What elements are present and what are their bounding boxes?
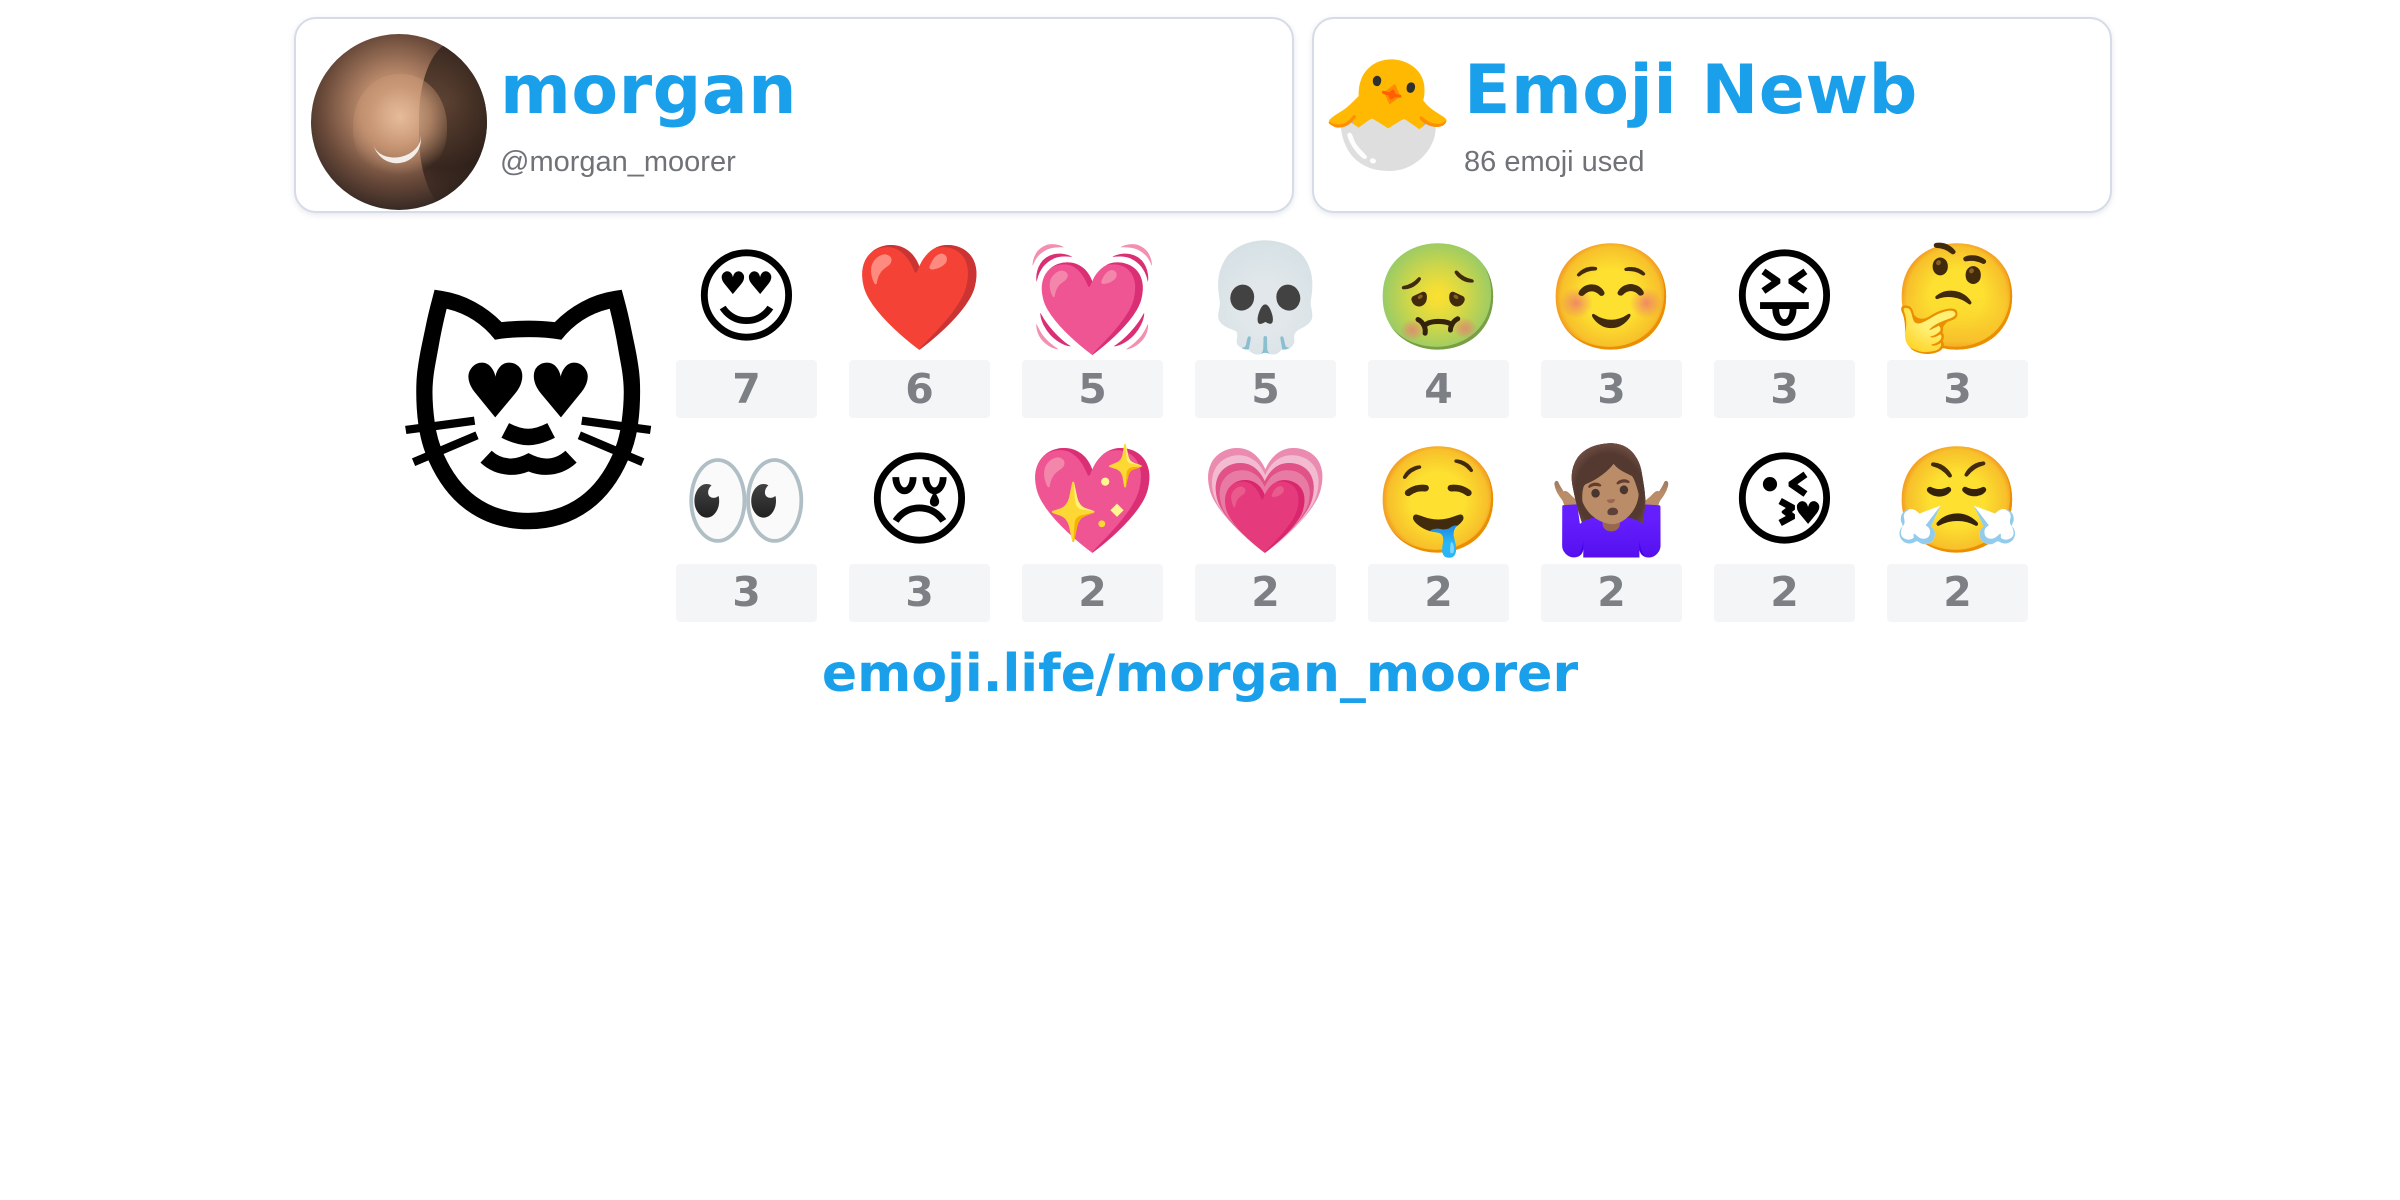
heart-eyes-icon: 😍 [692, 235, 801, 358]
emoji-count: 2 [1714, 563, 1855, 622]
level-title: Emoji Newb [1464, 51, 1918, 130]
emoji-count: 7 [676, 360, 817, 418]
nauseated-face-icon: 🤢 [1373, 235, 1504, 358]
emoji-count: 2 [1541, 563, 1682, 622]
emoji-count: 2 [1887, 563, 2028, 622]
crying-face-icon: 😢 [865, 439, 974, 561]
level-card: 🐣 Emoji Newb 86 emoji used [1312, 17, 2112, 213]
emoji-count: 3 [676, 563, 817, 622]
drooling-face-icon: 🤤 [1373, 439, 1504, 561]
profile-handle: @morgan_moorer [500, 146, 736, 178]
profile-name: morgan [500, 51, 798, 130]
emoji-tile: 😢 3 [849, 440, 990, 624]
emoji-tile: ❤️ 6 [849, 236, 990, 420]
emoji-count: 2 [1368, 563, 1509, 622]
emoji-tile: 🤤 2 [1368, 440, 1509, 624]
kiss-face-icon: 😘 [1730, 439, 1839, 561]
emoji-count: 2 [1195, 563, 1336, 622]
thinking-face-icon: 🤔 [1892, 235, 2023, 358]
emoji-tile: 🤢 4 [1368, 236, 1509, 420]
emoji-count: 4 [1368, 360, 1509, 418]
emoji-tile: 🤷🏽‍♀️ 2 [1541, 440, 1682, 624]
emoji-count: 6 [849, 360, 990, 418]
level-stats: 86 emoji used [1464, 146, 1645, 178]
emoji-tile: 👀 3 [676, 440, 817, 624]
steam-face-icon: 😤 [1892, 439, 2023, 561]
emoji-count: 3 [1541, 360, 1682, 418]
emoji-count: 2 [1022, 563, 1163, 622]
emoji-tile: ☺️ 3 [1541, 236, 1682, 420]
avatar-face [353, 74, 447, 182]
emoji-count: 5 [1195, 360, 1336, 418]
avatar [311, 34, 487, 210]
beating-heart-icon: 💓 [1027, 235, 1158, 358]
emoji-grid: 😍 7 ❤️ 6 💓 5 💀 5 🤢 4 ☺️ 3 😝 3 🤔 3 👀 3 😢 … [676, 236, 2056, 626]
emoji-tile: 💗 2 [1195, 440, 1336, 624]
emoji-tile: 💓 5 [1022, 236, 1163, 420]
emoji-tile: 🤔 3 [1887, 236, 2028, 420]
growing-heart-icon: 💗 [1200, 439, 1331, 561]
heart-eyes-cat-icon: 😻 [397, 279, 659, 570]
emoji-tile: 💀 5 [1195, 236, 1336, 420]
emoji-count: 5 [1022, 360, 1163, 418]
emoji-count: 3 [1887, 360, 2028, 418]
squinting-tongue-icon: 😝 [1730, 235, 1839, 358]
smiling-face-icon: ☺️ [1546, 235, 1677, 358]
emoji-tile: 💖 2 [1022, 440, 1163, 624]
emoji-tile: 😝 3 [1714, 236, 1855, 420]
eyes-icon: 👀 [681, 439, 812, 561]
emoji-tile: 😍 7 [676, 236, 817, 420]
shrug-icon: 🤷🏽‍♀️ [1546, 439, 1677, 561]
red-heart-icon: ❤️ [854, 235, 985, 358]
emoji-count: 3 [849, 563, 990, 622]
profile-card: morgan @morgan_moorer [294, 17, 1294, 213]
sparkling-heart-icon: 💖 [1027, 439, 1158, 561]
profile-link[interactable]: emoji.life/morgan_moorer [0, 648, 2400, 700]
hatching-chick-icon: 🐣 [1320, 51, 1456, 176]
emoji-count: 3 [1714, 360, 1855, 418]
emoji-tile: 😘 2 [1714, 440, 1855, 624]
emoji-summary-page: morgan @morgan_moorer 🐣 Emoji Newb 86 em… [0, 0, 2400, 1200]
emoji-tile: 😤 2 [1887, 440, 2028, 624]
skull-icon: 💀 [1200, 235, 1331, 358]
